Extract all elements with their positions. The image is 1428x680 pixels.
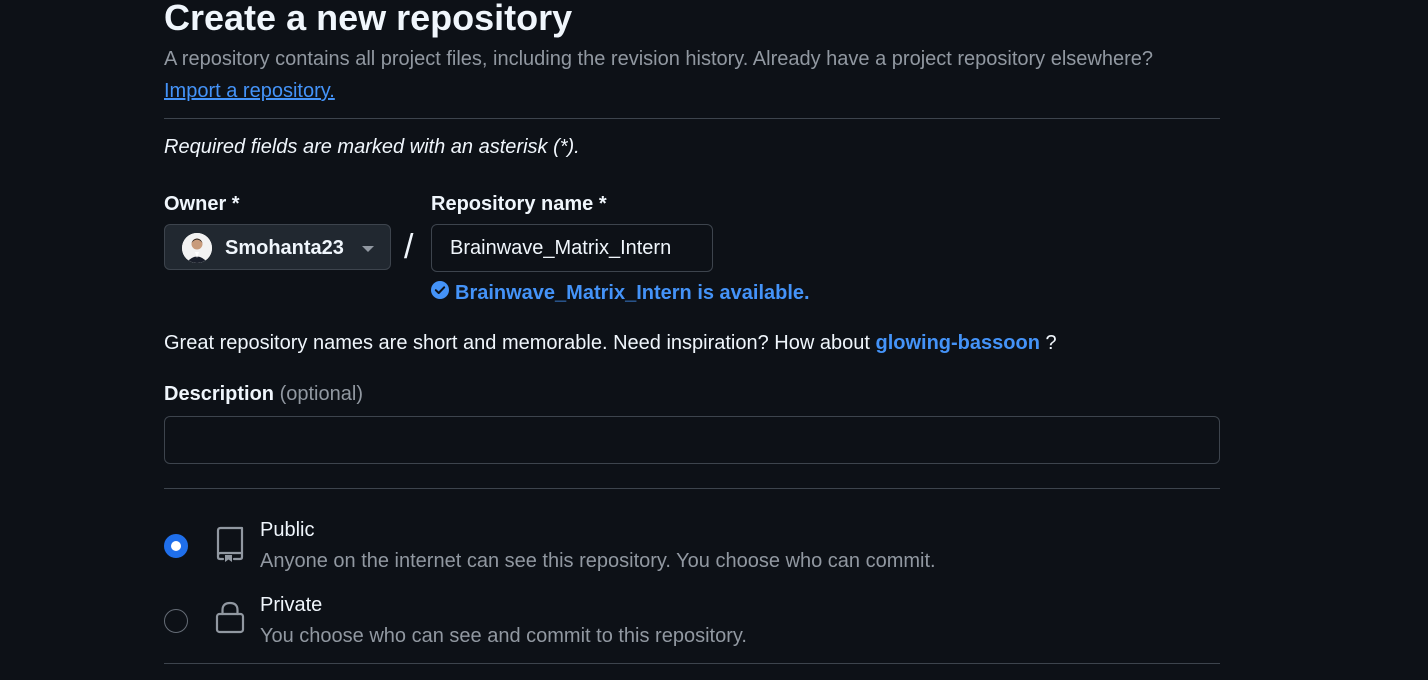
page-subtitle: A repository contains all project files,… [164, 48, 1154, 70]
private-label: Private [260, 594, 323, 616]
repository-name-input[interactable] [431, 224, 713, 272]
lock-icon [215, 601, 245, 634]
owner-name: Smohanta23 [225, 237, 344, 259]
optional-hint: (optional) [279, 383, 363, 405]
avatar [182, 233, 212, 263]
divider [164, 663, 1220, 664]
public-label: Public [260, 519, 315, 541]
divider [164, 118, 1220, 119]
import-repository-link[interactable]: Import a repository. [164, 79, 335, 103]
create-repository-page: Create a new repository A repository con… [0, 0, 1428, 680]
required-fields-note: Required fields are marked with an aster… [164, 136, 580, 158]
owner-dropdown-button[interactable]: Smohanta23 [164, 224, 391, 270]
owner-label: Owner * [164, 193, 240, 215]
owner-repo-separator: / [404, 228, 414, 266]
description-label: Description (optional) [164, 382, 363, 406]
availability-text: Brainwave_Matrix_Intern is available. [455, 282, 810, 304]
description-label-text: Description [164, 383, 275, 405]
suggestion-text: Great repository names are short and mem… [164, 332, 870, 354]
repo-icon [216, 526, 244, 562]
suggested-name-link[interactable]: glowing-bassoon [875, 332, 1039, 354]
triangle-down-icon [362, 246, 374, 252]
suggestion-suffix: ? [1045, 332, 1057, 354]
repository-name-label: Repository name * [431, 193, 607, 215]
private-radio[interactable] [164, 609, 188, 633]
private-description: You choose who can see and commit to thi… [260, 625, 747, 647]
name-suggestion: Great repository names are short and mem… [164, 331, 1057, 355]
public-description: Anyone on the internet can see this repo… [260, 550, 936, 572]
page-title: Create a new repository [164, 0, 573, 38]
public-radio[interactable] [164, 534, 188, 558]
divider [164, 488, 1220, 489]
description-input[interactable] [164, 416, 1220, 464]
check-circle-icon [431, 281, 449, 299]
